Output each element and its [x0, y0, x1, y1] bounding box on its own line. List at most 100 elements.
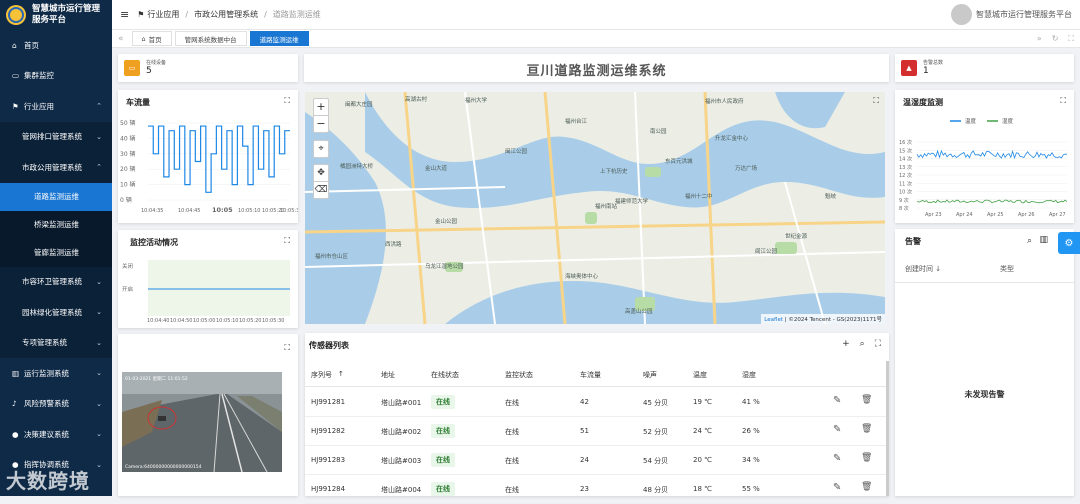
table-row[interactable]: HJ991284 塔山路#004 在线 在线 23 48 分贝 18 ℃ 55 % ✎ 🗑 — [305, 475, 889, 504]
map-label: 升龙汇金中心 — [715, 136, 749, 142]
map-label: 福州台江 — [565, 119, 588, 125]
map-label: 金山大道 — [425, 166, 448, 172]
road-map[interactable]: 闽都大庄园 高湖古村 福州大学 福州台江 南公园 福州市人民政府 升龙汇金中心 金山大道 闽江公… — [305, 92, 885, 324]
sidebar-item-operation[interactable]: ▥ 运行监测系统 ⌄ — [0, 358, 112, 389]
sidebar-item-road[interactable]: 道路监测运维 — [0, 182, 112, 211]
tabs-forward-icon[interactable]: » — [1037, 34, 1042, 44]
user-menu[interactable]: 智慧城市运行管理服务平台 — [951, 4, 1072, 25]
sidebar-item-sanitation[interactable]: 市容环卫管理系统 ⌄ — [0, 266, 112, 297]
column-header-type[interactable]: 类型 — [1000, 264, 1014, 274]
columns-icon[interactable]: ▥ — [1039, 235, 1048, 245]
camera-feed[interactable]: 01-03-2021 星期二 11:01:52 Camera:640000000… — [122, 372, 282, 472]
tab-home[interactable]: ⌂ 首页 — [131, 31, 172, 46]
sidebar-item-municipal[interactable]: 市政公用管理系统 ⌃ — [0, 152, 112, 183]
breadcrumb-item[interactable]: 行业应用 — [147, 9, 179, 20]
zoom-out-button[interactable]: − — [314, 116, 328, 132]
search-icon[interactable]: ⌕ — [1027, 236, 1032, 246]
map-label: 闽都大庄园 — [345, 102, 373, 108]
add-icon[interactable]: + — [842, 339, 850, 349]
status-badge: 在线 — [431, 424, 455, 438]
climate-card: 温湿度监测 ⛶ 温度 湿度 16 次 15 次 14 次 13 次 12 次 11 次 10 次… — [895, 90, 1074, 223]
sidebar-item-decision[interactable]: ● 决策建议系统 ⌄ — [0, 419, 112, 450]
sidebar-item-risk[interactable]: ♪ 风险预警系统 ⌄ — [0, 389, 112, 420]
column-header[interactable]: 在线状态 — [431, 370, 459, 380]
x-tick-label: 10:05:10 — [238, 208, 260, 214]
y-tick-label: 13 次 — [899, 164, 912, 171]
sidebar-item-home[interactable]: ⌂ 首页 — [0, 30, 112, 61]
sidebar-item-tunnel[interactable]: 管廊监测运维 — [0, 238, 112, 267]
fullscreen-icon[interactable]: ⛶ — [1068, 34, 1074, 44]
map-attribution: Leaflet | ©2024 Tencent - GS(2023)1171号 — [761, 314, 885, 324]
humidity-line — [916, 199, 1068, 204]
expand-icon[interactable]: ⛶ — [284, 343, 290, 353]
watermark: 大数跨境 — [6, 469, 90, 493]
alarm-count-card: ▲ 告警总数 1 — [895, 54, 1074, 82]
leaflet-link[interactable]: Leaflet — [764, 317, 783, 323]
table-row[interactable]: HJ991282 塔山路#002 在线 在线 51 52 分贝 24 ℃ 26 % ✎ 🗑 — [305, 417, 889, 446]
eraser-icon[interactable]: ⌫ — [314, 182, 328, 198]
column-header[interactable]: 温度 — [693, 370, 707, 380]
tabs-back-icon[interactable]: « — [118, 34, 124, 44]
edit-icon[interactable]: ✎ — [833, 424, 841, 435]
sidebar-item-industry[interactable]: ⚑ 行业应用 ⌃ — [0, 91, 112, 122]
x-tick-label: 10:05:00 — [193, 318, 215, 324]
column-header[interactable]: 监控状态 — [505, 370, 533, 380]
table-header: 序列号 地址 在线状态 监控状态 车流量 噪声 温度 湿度 ↑ — [305, 361, 889, 387]
column-header[interactable]: 地址 — [381, 370, 395, 380]
column-header-time[interactable]: 创建时间 ↓ — [905, 264, 941, 274]
table-cell: HJ991284 — [311, 485, 346, 493]
tab-road-monitor[interactable]: 道路监测运维 — [249, 31, 309, 46]
search-icon[interactable]: ⌕ — [860, 339, 865, 349]
table-cell: 塔山路#003 — [381, 457, 422, 465]
edit-icon[interactable]: ✎ — [833, 395, 841, 406]
map-label: 万达广场 — [735, 166, 758, 172]
delete-icon[interactable]: 🗑 — [861, 453, 872, 463]
table-row[interactable]: HJ991283 塔山路#003 在线 在线 24 54 分贝 20 ℃ 34 % ✎ 🗑 — [305, 446, 889, 475]
menu-toggle-icon[interactable]: ≡ — [120, 8, 129, 21]
zoom-in-button[interactable]: + — [314, 99, 328, 116]
device-icon: ▭ — [124, 60, 140, 76]
map-label: 世纪金源 — [785, 234, 808, 240]
fullscreen-icon[interactable]: ⛶ — [875, 339, 881, 349]
camera-card: ⛶ 01-03-2021 星期二 11:01:52 Camera:6400000… — [118, 334, 298, 496]
settings-icon[interactable]: ⚙ — [1058, 232, 1080, 254]
sidebar-item-special[interactable]: 专项管理系统 ⌄ — [0, 327, 112, 358]
sidebar-item-pipe[interactable]: 管网排口管理系统 ⌄ — [0, 121, 112, 152]
x-tick-label: 10:04:40 — [147, 318, 169, 324]
y-tick-label: 15 次 — [899, 147, 912, 154]
marker-tool-button[interactable]: ⌖ — [313, 140, 329, 158]
edit-icon[interactable]: ✎ — [833, 482, 841, 493]
bell-icon: ♪ — [12, 399, 17, 409]
avatar[interactable] — [951, 4, 972, 25]
status-badge: 在线 — [431, 482, 455, 496]
sidebar-item-greening[interactable]: 园林绿化管理系统 ⌄ — [0, 297, 112, 328]
app-title-line2: 服务平台 — [32, 15, 67, 25]
sidebar-item-cluster[interactable]: ▭ 集群监控 — [0, 61, 112, 92]
column-header[interactable]: 序列号 — [311, 370, 332, 380]
map-label: 福建师范大学 — [615, 199, 649, 205]
edit-icon[interactable]: ✎ — [833, 453, 841, 464]
column-header[interactable]: 湿度 — [742, 370, 756, 380]
table-cell: 51 — [580, 427, 589, 435]
column-header[interactable]: 车流量 — [580, 370, 601, 380]
table-cell: 45 分贝 — [643, 399, 669, 407]
breadcrumb-item[interactable]: 市政公用管理系统 — [194, 9, 258, 20]
sidebar: 智慧城市运行管理 服务平台 ⌂ 首页 ▭ 集群监控 ⚑ 行业应用 ⌃ 管网排口管理系统 ⌄… — [0, 0, 112, 496]
move-icon[interactable]: ✥ — [314, 165, 328, 182]
breadcrumb: ⚑ 行业应用 / 市政公用管理系统 / 道路监测运维 — [137, 9, 321, 20]
refresh-icon[interactable]: ↻ — [1052, 34, 1059, 44]
map-label: 福州南站 — [595, 204, 618, 210]
table-cell: HJ991281 — [311, 398, 346, 406]
sidebar-item-bridge[interactable]: 桥梁监测运维 — [0, 210, 112, 239]
delete-icon[interactable]: 🗑 — [861, 424, 872, 434]
tab-pipe-data[interactable]: 管网系统数据中台 — [174, 31, 247, 46]
delete-icon[interactable]: 🗑 — [861, 482, 872, 492]
page-title-card: 亘川道路监测运维系统 — [304, 54, 889, 82]
column-header[interactable]: 噪声 — [643, 370, 657, 380]
card-title: 告警 — [905, 237, 921, 246]
table-row[interactable]: HJ991281 塔山路#001 在线 在线 42 45 分贝 19 ℃ 41 % ✎ 🗑 — [305, 388, 889, 417]
delete-icon[interactable]: 🗑 — [861, 395, 872, 405]
expand-icon[interactable]: ⛶ — [873, 96, 879, 106]
vertical-scrollbar[interactable] — [886, 361, 889, 496]
table-cell: 在线 — [505, 399, 519, 407]
